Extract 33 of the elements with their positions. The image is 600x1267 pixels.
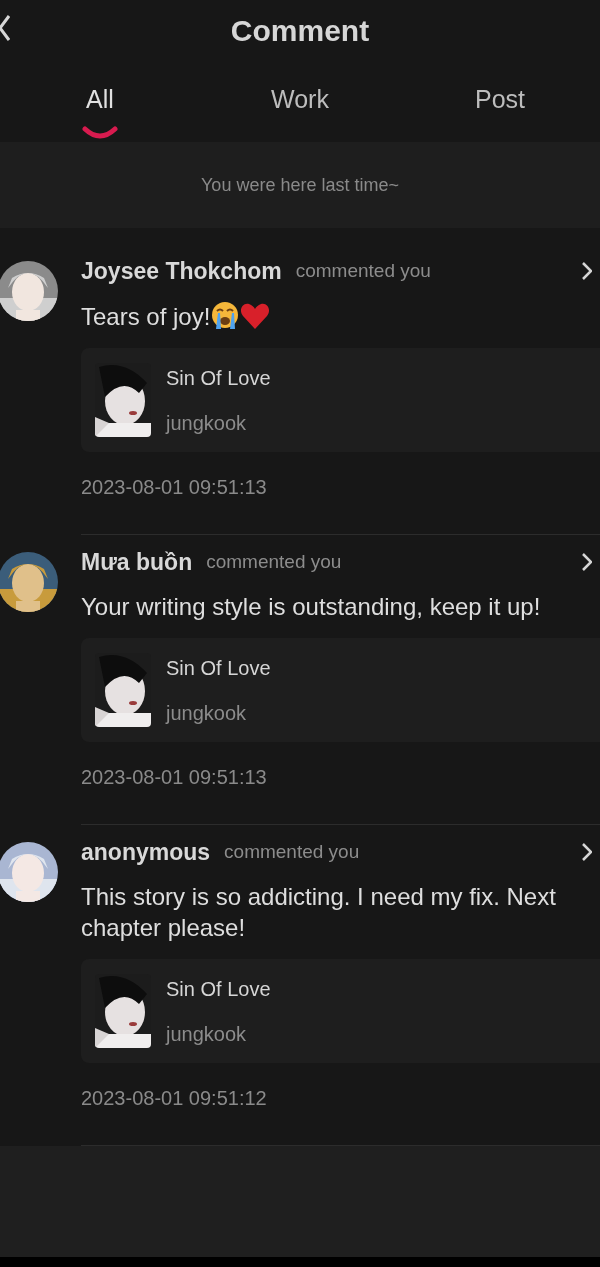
work-title: Sin Of Love <box>166 976 271 1002</box>
comment-time: 2023-08-01 09:51:13 <box>81 765 268 790</box>
page-title: Comment <box>230 12 370 49</box>
user-name[interactable]: Joysee Thokchom <box>81 253 282 289</box>
chevron-right-icon[interactable] <box>582 843 592 861</box>
last-visit-banner: You were here last time~ <box>0 142 600 228</box>
chevron-right-icon[interactable] <box>582 553 592 571</box>
comment-action: commented you <box>206 549 342 574</box>
user-name[interactable]: anonymous <box>81 834 211 870</box>
comment-time: 2023-08-01 09:51:13 <box>81 475 268 500</box>
work-author: jungkook <box>166 410 248 436</box>
user-name[interactable]: Mưa buồn <box>81 544 193 580</box>
comment-time: 2023-08-01 09:51:12 <box>81 1086 268 1111</box>
work-card[interactable]: Sin Of Love jungkook <box>81 348 600 452</box>
crying-face-icon <box>210 300 241 330</box>
work-card[interactable]: Sin Of Love jungkook <box>81 638 600 742</box>
heart-icon <box>240 302 271 330</box>
comment-text: Your writing style is outstanding, keep it up! <box>81 592 542 622</box>
work-title: Sin Of Love <box>166 655 271 681</box>
chevron-right-icon[interactable] <box>582 262 592 280</box>
work-author: jungkook <box>166 1021 248 1047</box>
back-icon[interactable] <box>0 14 10 42</box>
comment-action: commented you <box>295 258 431 283</box>
tab[interactable]: Work <box>200 60 400 142</box>
comment-text: Tears of joy! <box>81 300 600 332</box>
tab[interactable]: Post <box>400 60 600 142</box>
tab[interactable]: All <box>0 60 200 142</box>
work-title: Sin Of Love <box>166 365 271 391</box>
comment-text: This story is so addicting. I need my fix. Next chapter please! <box>81 882 557 943</box>
tab-indicator <box>82 126 118 140</box>
work-author: jungkook <box>166 700 248 726</box>
work-card[interactable]: Sin Of Love jungkook <box>81 959 600 1063</box>
comment-action: commented you <box>224 839 360 864</box>
